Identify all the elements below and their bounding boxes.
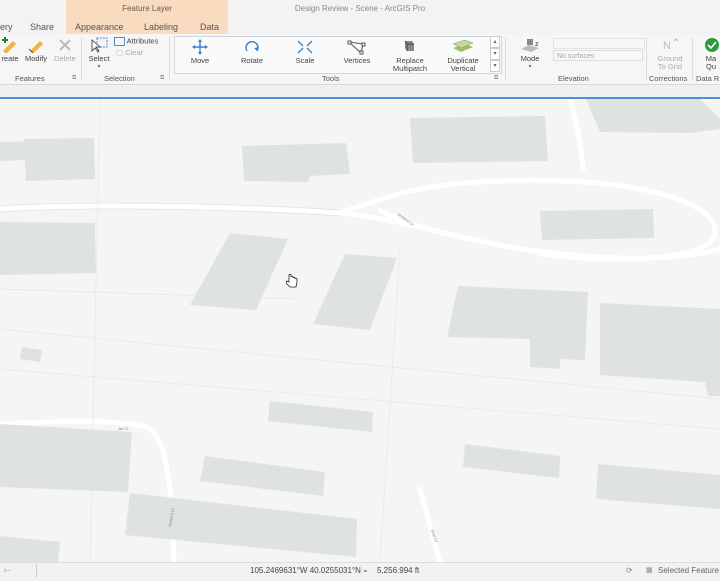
duplicate-vertical-button[interactable]: Duplicate Vertical — [440, 39, 486, 73]
selection-launcher-icon[interactable]: ⧉ — [160, 75, 164, 82]
elevation-mode-icon: z — [521, 39, 539, 52]
tools-launcher-icon[interactable]: ⧉ — [494, 75, 498, 82]
attributes-label: Attributes — [126, 36, 159, 46]
vertices-label: Vertices — [343, 56, 371, 65]
app-title: Design Review - Scene - ArcGIS Pro — [294, 4, 426, 13]
coordinate-format-dropdown-icon[interactable]: ⌄ — [362, 565, 369, 574]
separator — [505, 37, 506, 81]
ground-label-2: To Grid — [657, 62, 683, 71]
vertices-icon — [347, 40, 366, 55]
view-tab-strip — [0, 85, 720, 97]
refresh-icon[interactable]: ⟳ — [626, 566, 633, 575]
modify-icon — [28, 41, 43, 53]
move-button[interactable]: Move — [180, 39, 220, 65]
tab-share[interactable]: Share — [30, 22, 54, 32]
mode-label: Mode — [520, 54, 540, 63]
gallery-scroll-down-icon[interactable]: ▾ — [490, 48, 500, 60]
mark-label-2: Qu — [705, 62, 716, 71]
replace-multipatch-button[interactable]: Replace Multipatch — [385, 39, 435, 73]
select-button[interactable]: Select ▾ — [86, 37, 112, 71]
separator — [81, 37, 82, 81]
features-group-label: Features — [15, 74, 45, 83]
delete-icon — [59, 39, 71, 51]
create-label: reate — [1, 54, 19, 63]
select-icon — [91, 37, 108, 53]
move-label: Move — [190, 56, 210, 65]
separator — [169, 37, 170, 81]
scale-label: Scale — [295, 56, 315, 65]
select-label: Select — [88, 54, 110, 63]
delete-button[interactable]: Delete — [53, 37, 77, 63]
coordinate-readout: 105.2469631°W 40.0255031°N — [250, 566, 361, 575]
check-icon — [705, 38, 719, 52]
replace-multipatch-icon — [404, 40, 414, 51]
tab-query[interactable]: ery — [0, 22, 13, 32]
clear-label: Clear — [125, 48, 144, 57]
gallery-scroll-up-icon[interactable]: ▴ — [490, 36, 500, 48]
rotate-label: Rotate — [240, 56, 264, 65]
corrections-group-label: Corrections — [649, 74, 688, 83]
clear-button[interactable]: ▢ Clear — [116, 49, 156, 57]
separator — [646, 37, 647, 81]
tab-labeling[interactable]: Labeling — [144, 22, 178, 32]
data-review-group-label: Data R — [696, 74, 720, 83]
features-launcher-icon[interactable]: ⧉ — [72, 75, 76, 82]
scene-view[interactable]: Verdent Ct Jal Ct Verdent Ct Seal Ct — [0, 99, 720, 562]
street-label-b: Jal Ct — [118, 426, 129, 431]
svg-text:z: z — [535, 41, 539, 48]
scale-slider-icon[interactable]: ⊢ — [4, 566, 11, 575]
tools-group-label: Tools — [322, 74, 340, 83]
replace-label-2: Multipatch — [392, 64, 428, 73]
hand-cursor-icon — [285, 273, 298, 288]
scale-button[interactable]: Scale — [285, 39, 325, 65]
duplicate-vertical-icon — [452, 39, 474, 52]
rotate-icon — [245, 41, 259, 52]
elevation-group-label: Elevation — [558, 74, 589, 83]
status-bar: ⊢ 105.2469631°W 40.0255031°N ⌄ 5,256.994… — [0, 562, 720, 581]
rotate-button[interactable]: Rotate — [232, 39, 272, 65]
surface-placeholder: No surfaces — [557, 53, 595, 60]
ground-to-grid-button[interactable]: N Ground To Grid — [650, 37, 690, 71]
surface-dropdown[interactable]: No surfaces — [553, 50, 643, 61]
ground-to-grid-icon: N — [663, 38, 679, 52]
buildings — [0, 99, 720, 562]
mark-qu-button[interactable]: Ma Qu — [700, 37, 720, 71]
scale-readout: 5,256.994 ft — [377, 566, 420, 575]
scene-canvas[interactable]: Verdent Ct Jal Ct Verdent Ct Seal Ct — [0, 99, 720, 562]
modify-button[interactable]: Modify — [22, 37, 50, 63]
svg-text:N: N — [663, 40, 671, 52]
attributes-button[interactable]: Attributes — [114, 37, 166, 46]
separator — [692, 37, 693, 81]
selection-icon: ▦ — [646, 567, 653, 574]
selected-features-label[interactable]: Selected Feature — [658, 566, 719, 575]
divider — [36, 564, 37, 578]
elevation-combo-top[interactable] — [553, 38, 645, 49]
modify-label: Modify — [24, 54, 48, 63]
elevation-mode-button[interactable]: z Mode ▾ — [514, 37, 546, 71]
tab-appearance[interactable]: Appearance — [75, 22, 124, 32]
selection-group-label: Selection — [104, 74, 135, 83]
move-icon — [192, 39, 208, 55]
tab-data[interactable]: Data — [200, 22, 219, 32]
create-icon — [2, 37, 16, 53]
vertices-button[interactable]: Vertices — [337, 39, 377, 65]
gallery-expand-icon[interactable]: ▾ — [490, 60, 500, 72]
clear-icon: ▢ — [116, 48, 124, 57]
create-button[interactable]: reate — [0, 37, 20, 63]
scale-icon — [297, 40, 313, 54]
duplicate-label-2: Vertical — [450, 64, 476, 73]
delete-label: Delete — [54, 54, 76, 63]
attributes-icon — [114, 37, 125, 46]
